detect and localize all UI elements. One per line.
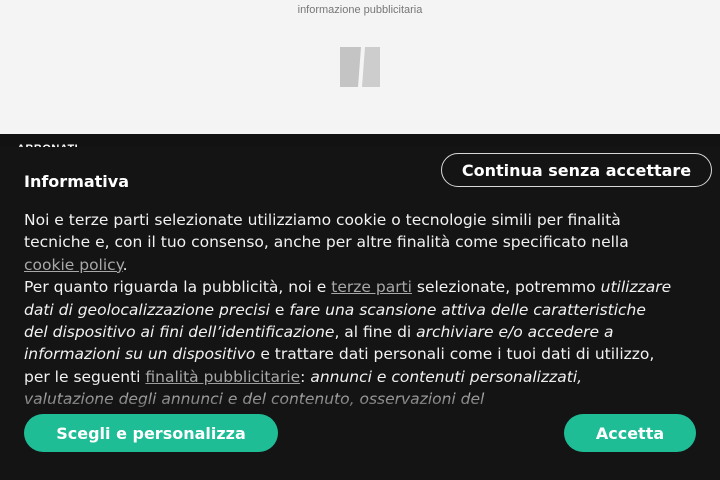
consent-title: Informativa <box>24 172 130 191</box>
third-parties-link[interactable]: terze parti <box>331 278 412 296</box>
consent-text: Noi e terze parti selezionate utilizziam… <box>24 209 674 407</box>
customize-button[interactable]: Scegli e personalizza <box>24 414 278 452</box>
consent-paragraph-1: Noi e terze parti selezionate utilizziam… <box>24 211 629 274</box>
continue-without-accepting-button[interactable]: Continua senza accettare <box>441 153 712 187</box>
slash-logo-icon <box>340 47 380 87</box>
ad-label: informazione pubblicitaria <box>297 4 423 16</box>
cookie-policy-link[interactable]: cookie policy <box>24 256 123 274</box>
accept-button[interactable]: Accetta <box>564 414 696 452</box>
